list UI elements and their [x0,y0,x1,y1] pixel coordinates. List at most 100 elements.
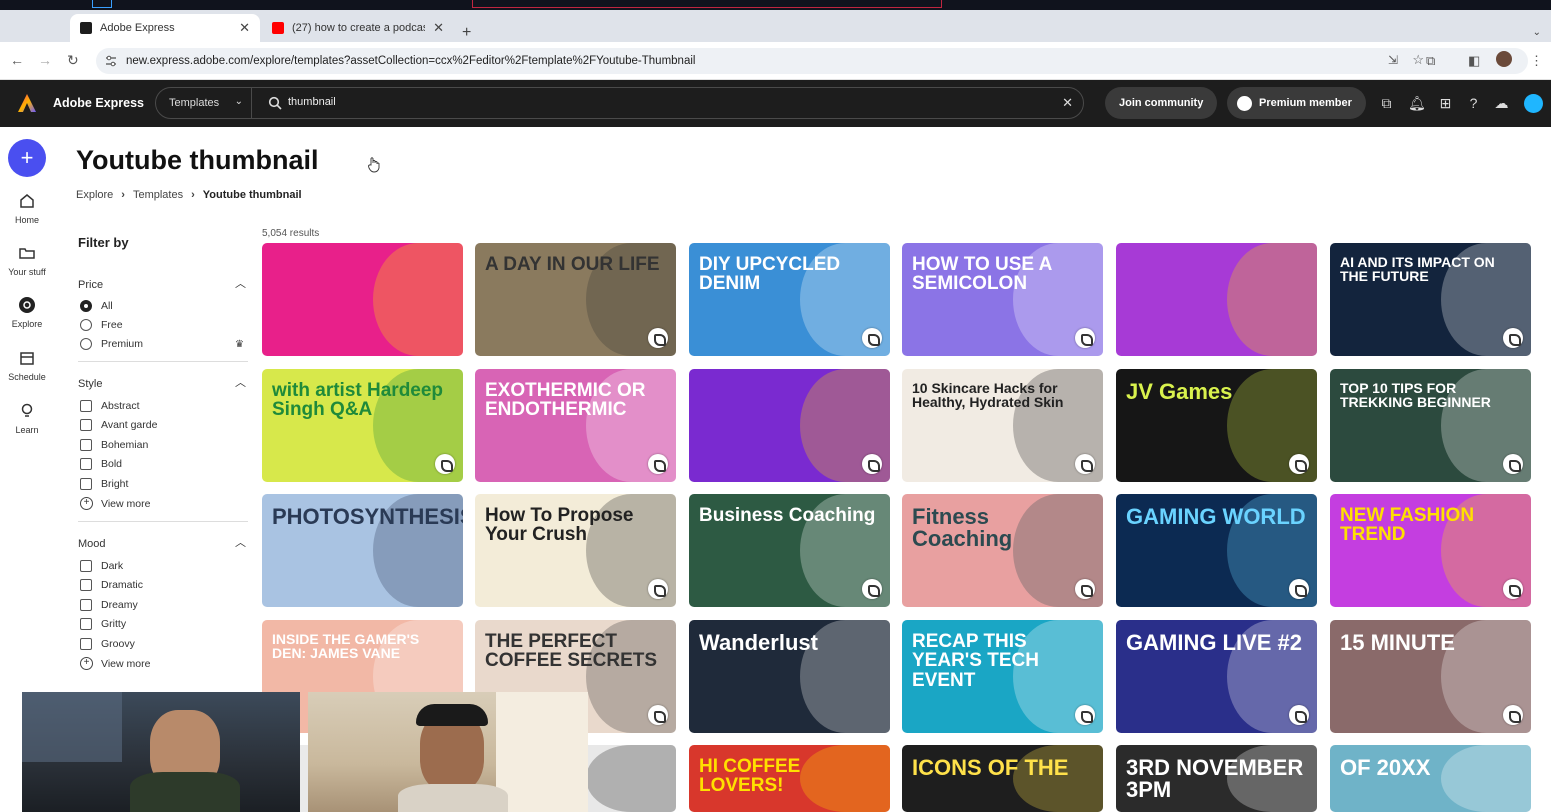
template-card[interactable]: Wanderlust [689,620,890,733]
tab-search-chevron-icon[interactable]: ⌄ [1533,27,1541,38]
rail-item-home[interactable]: Home [0,192,54,225]
browser-menu-icon[interactable]: ⋮ [1530,53,1543,69]
template-card[interactable]: DIY UPCYCLED DENIM [689,243,890,356]
breadcrumb-templates-link[interactable]: Templates [133,189,183,201]
checkbox-icon[interactable] [80,579,92,591]
checkbox-icon[interactable] [80,458,92,470]
join-community-button[interactable]: Join community [1105,87,1218,119]
side-panel-icon[interactable]: ◧ [1468,53,1480,69]
template-card[interactable]: Business Coaching [689,494,890,607]
install-app-icon[interactable]: ⇲ [1388,53,1398,67]
template-card[interactable]: with artist Hardeep Singh Q&A [262,369,463,482]
brand-name[interactable]: Adobe Express [53,96,144,110]
template-card[interactable]: 3RD NOVEMBER 3PM [1116,745,1317,812]
checkbox-icon[interactable] [80,560,92,572]
template-card[interactable]: How To Propose Your Crush [475,494,676,607]
rail-item-schedule[interactable]: Schedule [0,349,54,382]
template-card[interactable] [1116,243,1317,356]
mood-option[interactable]: Dark [80,560,123,572]
checkbox-icon[interactable] [80,439,92,451]
style-option[interactable]: Abstract [80,400,140,412]
template-card[interactable]: JV Games [1116,369,1317,482]
template-card[interactable]: RECAP THIS YEAR'S TECH EVENT [902,620,1103,733]
premium-member-button[interactable]: Premium member [1227,87,1366,119]
user-avatar[interactable] [1524,94,1543,113]
bookmark-star-icon[interactable]: ☆ [1412,52,1424,68]
template-card[interactable]: A DAY IN OUR LIFE [475,243,676,356]
template-card[interactable]: AI AND ITS IMPACT ON THE FUTURE [1330,243,1531,356]
search-bar[interactable]: Templates ⌄ ✕ [155,87,1084,119]
extensions-puzzle-icon[interactable]: ⧉ [1426,53,1435,69]
checkbox-icon[interactable] [80,599,92,611]
checkbox-icon[interactable] [80,638,92,650]
browser-tab-adobe-express[interactable]: Adobe Express ✕ [70,14,260,42]
back-arrow-icon[interactable]: ← [10,52,24,68]
rail-item-explore[interactable]: Explore [0,296,54,329]
style-view-more-link[interactable]: + View more [80,497,150,510]
rail-item-your-stuff[interactable]: Your stuff [0,244,54,277]
checkbox-icon[interactable] [80,419,92,431]
template-card[interactable]: 15 MINUTE [1330,620,1531,733]
rail-item-learn[interactable]: Learn [0,402,54,435]
checkbox-icon[interactable] [80,478,92,490]
price-option-all[interactable]: All [80,300,113,312]
breadcrumb-explore-link[interactable]: Explore [76,189,113,201]
browser-tab-youtube[interactable]: (27) how to create a podcast ✕ [262,14,454,42]
template-card[interactable]: Fitness Coaching [902,494,1103,607]
apps-grid-icon[interactable]: ⊞ [1437,95,1454,112]
mood-option[interactable]: Dramatic [80,579,143,591]
filter-group-price[interactable]: Price ︿ [78,275,248,293]
radio-icon[interactable] [80,338,92,350]
price-option-premium[interactable]: Premium [80,338,143,350]
reload-icon[interactable]: ↻ [67,52,79,69]
page-title: Youtube thumbnail [76,145,319,175]
mood-option[interactable]: Gritty [80,618,126,630]
template-card[interactable] [689,369,890,482]
template-card[interactable]: HOW TO USE A SEMICOLON [902,243,1103,356]
mood-option[interactable]: Groovy [80,638,135,650]
help-icon[interactable]: ? [1465,95,1482,112]
template-card[interactable]: OF 20XX [1330,745,1531,812]
adobe-express-logo-icon[interactable] [17,93,37,113]
profile-avatar[interactable] [1496,51,1512,67]
template-card[interactable]: 10 Skincare Hacks for Healthy, Hydrated … [902,369,1103,482]
site-settings-icon[interactable] [105,55,117,67]
chevron-up-icon[interactable]: ︿ [235,374,246,390]
notifications-bell-icon[interactable]: 🔔︎ [1408,95,1426,112]
mood-option[interactable]: Dreamy [80,599,138,611]
radio-icon[interactable] [80,319,92,331]
filter-group-mood[interactable]: Mood ︿ [78,534,248,552]
new-tab-plus-icon[interactable]: + [462,24,471,42]
template-card[interactable]: NEW FASHION TREND [1330,494,1531,607]
template-card[interactable]: PHOTOSYNTHESIS [262,494,463,607]
forward-arrow-icon[interactable]: → [38,52,52,68]
tab-close-icon[interactable]: ✕ [239,20,250,36]
style-option[interactable]: Bold [80,458,122,470]
template-card[interactable] [262,243,463,356]
template-card[interactable]: GAMING WORLD [1116,494,1317,607]
template-card[interactable]: ICONS OF THE [902,745,1103,812]
checkbox-icon[interactable] [80,618,92,630]
tab-close-icon[interactable]: ✕ [433,20,444,36]
radio-selected-icon[interactable] [80,300,92,312]
style-option[interactable]: Avant garde [80,419,157,431]
search-scope-dropdown[interactable]: Templates ⌄ [156,88,252,118]
style-option[interactable]: Bohemian [80,439,148,451]
chevron-up-icon[interactable]: ︿ [235,275,246,291]
creative-cloud-icon[interactable]: ☁ [1493,95,1510,112]
search-input[interactable] [288,96,1048,108]
chevron-up-icon[interactable]: ︿ [235,534,246,550]
template-card[interactable]: HI COFFEE LOVERS! [689,745,890,812]
messages-icon[interactable]: ⧉ [1378,95,1395,112]
create-new-plus-button[interactable]: + [8,139,46,177]
price-option-free[interactable]: Free [80,319,123,331]
mood-view-more-link[interactable]: + View more [80,657,150,670]
clear-search-icon[interactable]: ✕ [1062,95,1073,111]
template-card[interactable]: EXOTHERMIC OR ENDOTHERMIC [475,369,676,482]
style-option[interactable]: Bright [80,478,128,490]
template-card[interactable]: TOP 10 TIPS FOR TREKKING BEGINNER [1330,369,1531,482]
template-card[interactable]: GAMING LIVE #2 [1116,620,1317,733]
checkbox-icon[interactable] [80,400,92,412]
address-bar[interactable]: new.express.adobe.com/explore/templates?… [96,48,1528,74]
filter-group-style[interactable]: Style ︿ [78,374,248,392]
